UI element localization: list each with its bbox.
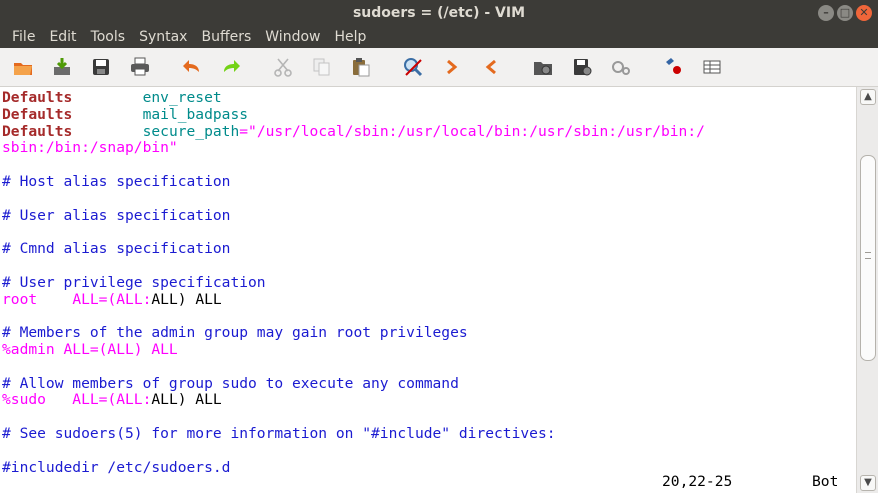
scroll-up-icon[interactable]: ▲ [860,89,876,105]
code-token: # Allow members of group sudo to execute… [2,374,459,392]
find-replace-button[interactable] [398,52,428,82]
menu-bar: File Edit Tools Syntax Buffers Window He… [0,26,878,48]
find-replace-icon [404,58,423,77]
cut-icon [274,58,292,77]
editor-line: Defaults env_reset [2,89,222,106]
menu-file[interactable]: File [5,26,42,48]
find-next-icon [447,59,458,75]
code-token: ALL=(ALL: [72,391,152,409]
open-file-button[interactable] [8,52,38,82]
load-session-button[interactable] [528,52,558,82]
code-token: # User privilege specification [2,273,266,291]
load-session-icon [534,62,552,75]
code-token: %admin ALL=(ALL) ALL [2,341,178,358]
menu-window[interactable]: Window [258,26,327,48]
code-token: # User alias specification [2,206,231,224]
maximize-button[interactable]: □ [837,5,853,21]
window-controls: – □ ✕ [818,5,872,21]
editor-line: %sudo ALL=(ALL:ALL) ALL [2,391,222,408]
ctags-button[interactable] [697,52,727,82]
menu-buffers[interactable]: Buffers [194,26,258,48]
code-token: # Host alias specification [2,173,231,190]
save-session-icon [574,59,592,76]
window-title: sudoers = (/etc) - VIM [352,5,526,21]
code-token: ALL=(ALL: [72,290,152,308]
code-token: %sudo [2,391,46,409]
minimize-button[interactable]: – [818,5,834,21]
save-file-icon [54,58,70,75]
editor-line: %admin ALL=(ALL) ALL [2,341,178,358]
editor-line: Defaults secure_path="/usr/local/sbin:/u… [2,123,705,140]
code-token: root [2,290,38,308]
undo-button[interactable] [177,52,207,82]
print-button[interactable] [125,52,155,82]
run-script-icon [612,61,630,75]
find-next-button[interactable] [437,52,467,82]
paste-icon [353,58,370,77]
menu-help[interactable]: Help [327,26,373,48]
editor-line: # See sudoers(5) for more information on… [2,425,556,442]
copy-icon [313,58,330,76]
find-prev-icon [485,59,496,75]
code-token: Defaults [2,89,73,106]
status-line: 20,22-25 Bot [0,473,856,490]
scroll-position: Bot [812,473,839,490]
menu-edit[interactable]: Edit [42,26,83,48]
text-editor-area[interactable]: Defaults env_reset Defaults mail_badpass D… [0,87,856,493]
code-token: Defaults [2,105,73,123]
editor-line: # Members of the admin group may gain ro… [2,324,468,341]
run-script-button[interactable] [606,52,636,82]
editor-line: # Allow members of group sudo to execute… [2,375,459,392]
code-token: ="/usr/local/sbin:/usr/local/bin:/usr/sb… [239,122,705,140]
code-token: ALL) ALL [151,391,222,409]
editor-line: Defaults mail_badpass [2,106,248,123]
open-file-icon [14,63,32,75]
editor-line: # User alias specification [2,207,230,224]
code-token: secure_path [142,122,240,140]
find-prev-button[interactable] [476,52,506,82]
editor-line: # Cmnd alias specification [2,240,230,257]
editor-line: # User privilege specification [2,274,266,291]
editor-line: # Host alias specification [2,173,230,190]
code-token: # Members of the admin group may gain ro… [2,324,468,342]
paste-button[interactable] [346,52,376,82]
menu-tools[interactable]: Tools [84,26,133,48]
code-token: sbin:/bin:/snap/bin" [2,139,178,157]
close-button[interactable]: ✕ [856,5,872,21]
save-all-button[interactable] [86,52,116,82]
vertical-scrollbar[interactable]: ▲ ▼ [856,87,878,493]
code-token: Defaults [2,122,73,140]
code-token: mail_badpass [142,105,249,123]
make-button[interactable] [658,52,688,82]
scrollbar-thumb[interactable] [860,155,876,361]
cursor-position: 20,22-25 [662,473,733,490]
copy-button[interactable] [307,52,337,82]
save-all-icon [93,59,109,75]
editor-line: root ALL=(ALL:ALL) ALL [2,291,222,308]
code-token: # Cmnd alias specification [2,240,231,258]
make-icon [666,58,681,74]
code-token: env_reset [142,89,222,106]
code-token: ALL) ALL [151,290,222,308]
editor-line: sbin:/bin:/snap/bin" [2,139,178,156]
code-token: # See sudoers(5) for more information on… [2,425,556,442]
save-session-button[interactable] [567,52,597,82]
toolbar [0,48,878,87]
save-file-button[interactable] [47,52,77,82]
scroll-down-icon[interactable]: ▼ [860,475,876,491]
ctags-icon [703,60,721,74]
title-bar: sudoers = (/etc) - VIM – □ ✕ [0,0,878,26]
redo-button[interactable] [216,52,246,82]
print-icon [131,57,149,76]
redo-icon [224,60,240,72]
undo-icon [183,60,199,72]
cut-button[interactable] [268,52,298,82]
menu-syntax[interactable]: Syntax [132,26,194,48]
